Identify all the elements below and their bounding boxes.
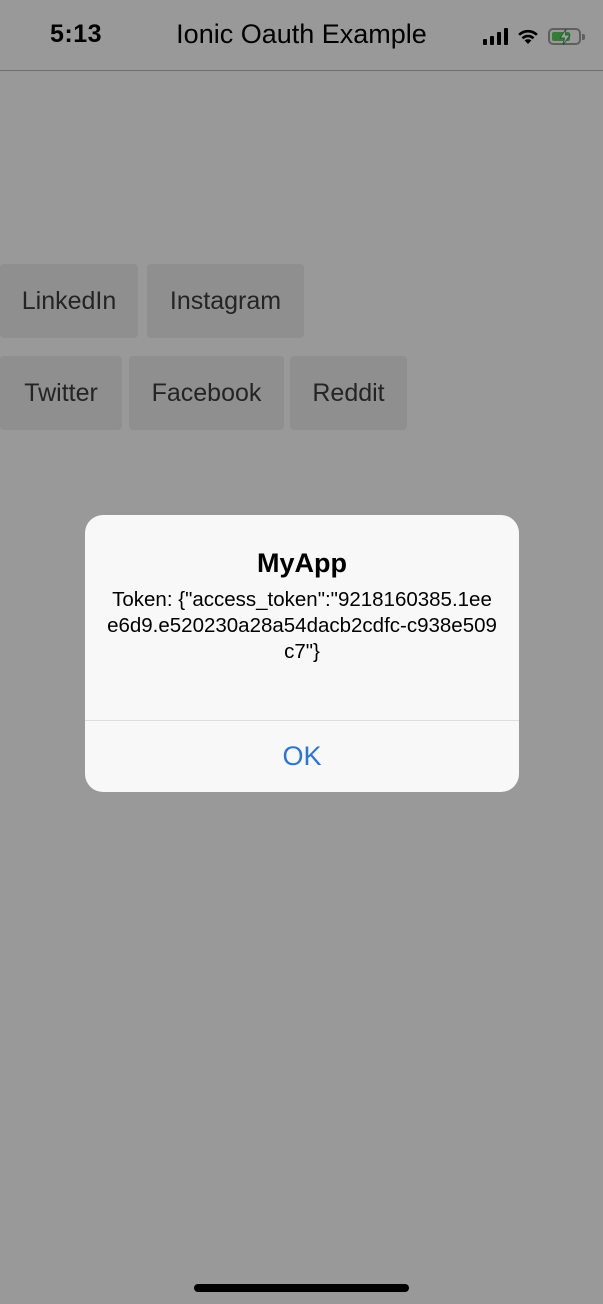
alert-message: Token: {"access_token":"9218160385.1eee6… bbox=[107, 588, 497, 663]
alert-dialog: MyApp Token: {"access_token":"9218160385… bbox=[85, 515, 519, 792]
alert-title: MyApp bbox=[257, 548, 347, 578]
ok-button[interactable]: OK bbox=[85, 721, 519, 792]
